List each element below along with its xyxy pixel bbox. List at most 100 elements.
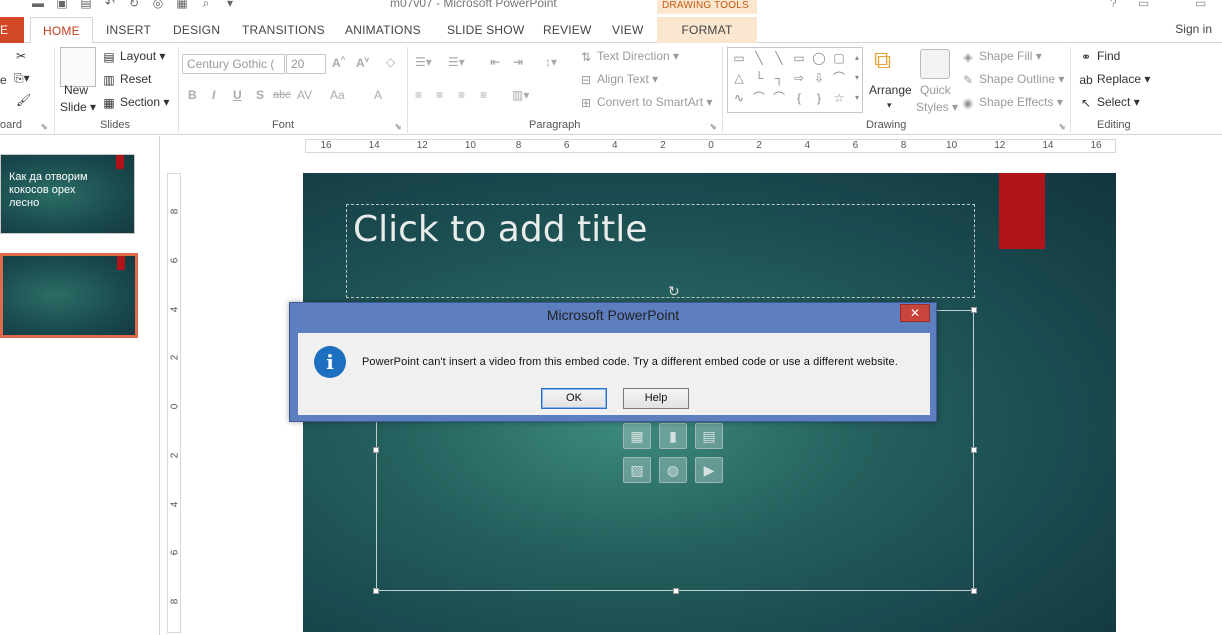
zoom-icon[interactable]: ⌕ (198, 0, 214, 10)
star-shape-icon[interactable]: ☆ (832, 92, 846, 104)
arrange-icon[interactable]: ⧉ (874, 47, 891, 75)
line-spacing-icon[interactable]: ↕▾ (545, 55, 557, 69)
rotate-handle-icon[interactable]: ↻ (668, 283, 680, 300)
right-arrow-shape-icon[interactable]: ⇨ (792, 72, 806, 84)
justify-icon[interactable]: ≡ (480, 88, 487, 102)
save-as-icon[interactable]: ▤ (78, 0, 94, 10)
align-right-icon[interactable]: ≡ (458, 88, 465, 102)
italic-button[interactable]: I (212, 88, 215, 102)
font-launcher-icon[interactable]: ⬊ (394, 121, 402, 132)
paste-button[interactable]: e (0, 73, 7, 87)
insert-online-picture-icon[interactable]: ◍ (659, 457, 687, 483)
tab-design[interactable]: DESIGN (173, 17, 220, 43)
resize-handle[interactable] (971, 588, 977, 594)
align-center-icon[interactable]: ≡ (436, 88, 443, 102)
resize-handle[interactable] (971, 447, 977, 453)
shapes-gallery[interactable]: ▭ ╲ ╲ ▭ ◯ ▢ △ └ ┐ ⇨ ⇩ ⌒ ∿ ⌒ ⌒ { } ☆ ▴ ▾ … (727, 47, 863, 113)
columns-icon[interactable]: ▥▾ (512, 88, 529, 102)
gallery-scroll-down-icon[interactable]: ▾ (850, 72, 864, 84)
screenshot-icon[interactable]: ▦ (174, 0, 190, 10)
curve-shape-icon[interactable]: ⌒ (772, 92, 786, 104)
elbow-connector-shape-icon[interactable]: └ (752, 72, 766, 84)
font-color-button[interactable]: A (374, 88, 382, 102)
help-icon[interactable]: ? (1110, 0, 1117, 10)
sign-in-link[interactable]: Sign in (1175, 17, 1212, 41)
start-slideshow-icon[interactable]: ◎ (150, 0, 166, 10)
new-slide-label-2[interactable]: Slide ▾ (60, 100, 96, 114)
new-slide-icon[interactable] (60, 47, 96, 87)
font-name-combo[interactable]: Century Gothic ( (182, 54, 285, 74)
bullets-icon[interactable]: ☰▾ (415, 55, 432, 69)
text-direction-button[interactable]: ⇅ Text Direction ▾ (578, 49, 679, 64)
align-left-icon[interactable]: ≡ (415, 88, 422, 102)
tab-transitions[interactable]: TRANSITIONS (242, 17, 325, 43)
rounded-rectangle-shape-icon[interactable]: ▢ (832, 52, 846, 64)
insert-chart-icon[interactable]: ▮ (659, 423, 687, 449)
restore-icon[interactable]: ▭ (1195, 0, 1206, 10)
new-slide-label-1[interactable]: New (64, 83, 88, 97)
text-box-shape-icon[interactable]: ▭ (732, 52, 746, 64)
insert-picture-icon[interactable]: ▨ (623, 457, 651, 483)
arc-shape-icon[interactable]: ⌒ (752, 92, 766, 104)
insert-smartart-icon[interactable]: ▤ (695, 423, 723, 449)
quick-styles-label-1[interactable]: Quick (920, 83, 951, 97)
bold-button[interactable]: B (188, 88, 197, 102)
find-button[interactable]: ⚭ Find (1078, 49, 1120, 64)
shrink-font-icon[interactable]: Av (356, 55, 369, 70)
quick-styles-icon[interactable] (920, 49, 950, 79)
gallery-more-icon[interactable]: ▾ (850, 92, 864, 104)
change-case-button[interactable]: Aa (330, 88, 345, 102)
increase-indent-icon[interactable]: ⇥ (513, 55, 523, 69)
elbow-arrow-shape-icon[interactable]: ┐ (772, 72, 786, 84)
redo-icon[interactable]: ↻ (126, 0, 142, 10)
dialog-close-button[interactable]: ✕ (900, 304, 930, 322)
arrow-line-shape-icon[interactable]: ╲ (772, 52, 786, 64)
arrange-dropdown-icon[interactable]: ▾ (887, 100, 892, 111)
rectangle-shape-icon[interactable]: ▭ (792, 52, 806, 64)
clear-formatting-icon[interactable]: ◇ (386, 55, 395, 69)
shape-outline-button[interactable]: ✎ Shape Outline ▾ (960, 72, 1064, 87)
customize-qat-icon[interactable]: ▾ (222, 0, 238, 10)
slide-thumbnail-1[interactable]: Как да отворим кокосов орех лесно (0, 154, 135, 234)
shape-fill-button[interactable]: ◈ Shape Fill ▾ (960, 49, 1041, 64)
underline-button[interactable]: U (233, 88, 242, 102)
ok-button[interactable]: OK (541, 388, 607, 409)
reset-button[interactable]: ▥ Reset (101, 72, 151, 87)
resize-handle[interactable] (373, 588, 379, 594)
tab-animations[interactable]: ANIMATIONS (345, 17, 421, 43)
decrease-indent-icon[interactable]: ⇤ (490, 55, 500, 69)
slide-thumbnail-2[interactable] (0, 253, 138, 338)
resize-handle[interactable] (373, 447, 379, 453)
tab-file[interactable]: E (0, 17, 24, 43)
triangle-shape-icon[interactable]: △ (732, 72, 746, 84)
drawing-launcher-icon[interactable]: ⬊ (1058, 121, 1066, 132)
tab-review[interactable]: REVIEW (543, 17, 592, 43)
shape-effects-button[interactable]: ◉ Shape Effects ▾ (960, 95, 1063, 110)
character-spacing-button[interactable]: AV (297, 88, 312, 102)
insert-video-icon[interactable]: ▶ (695, 457, 723, 483)
layout-button[interactable]: ▤ Layout ▾ (101, 49, 165, 64)
ribbon-display-options-icon[interactable]: ▭ (1138, 0, 1149, 10)
cut-icon[interactable]: ✂ (16, 49, 26, 63)
grow-font-icon[interactable]: A^ (332, 55, 345, 70)
paragraph-launcher-icon[interactable]: ⬊ (709, 121, 717, 132)
undo-icon[interactable]: ↶ (102, 0, 118, 10)
section-button[interactable]: ▦ Section ▾ (101, 95, 169, 110)
resize-handle[interactable] (971, 307, 977, 313)
tab-view[interactable]: VIEW (612, 17, 643, 43)
right-brace-shape-icon[interactable]: } (812, 92, 826, 104)
resize-handle[interactable] (673, 588, 679, 594)
clipboard-launcher-icon[interactable]: ⬊ (40, 121, 48, 132)
insert-table-icon[interactable]: ▦ (623, 423, 651, 449)
copy-icon[interactable]: ⎘▾ (14, 71, 30, 86)
align-text-button[interactable]: ⊟ Align Text ▾ (578, 72, 658, 87)
select-button[interactable]: ↖ Select ▾ (1078, 95, 1140, 110)
freeform-shape-icon[interactable]: ⌒ (832, 72, 846, 84)
oval-shape-icon[interactable]: ◯ (812, 52, 826, 64)
left-brace-shape-icon[interactable]: { (792, 92, 806, 104)
arrange-button[interactable]: Arrange (869, 83, 912, 97)
title-placeholder[interactable]: Click to add title (346, 204, 975, 298)
strikethrough-button[interactable]: abc (273, 89, 291, 101)
tab-home[interactable]: HOME (30, 17, 93, 44)
font-size-combo[interactable]: 20 (286, 54, 326, 74)
